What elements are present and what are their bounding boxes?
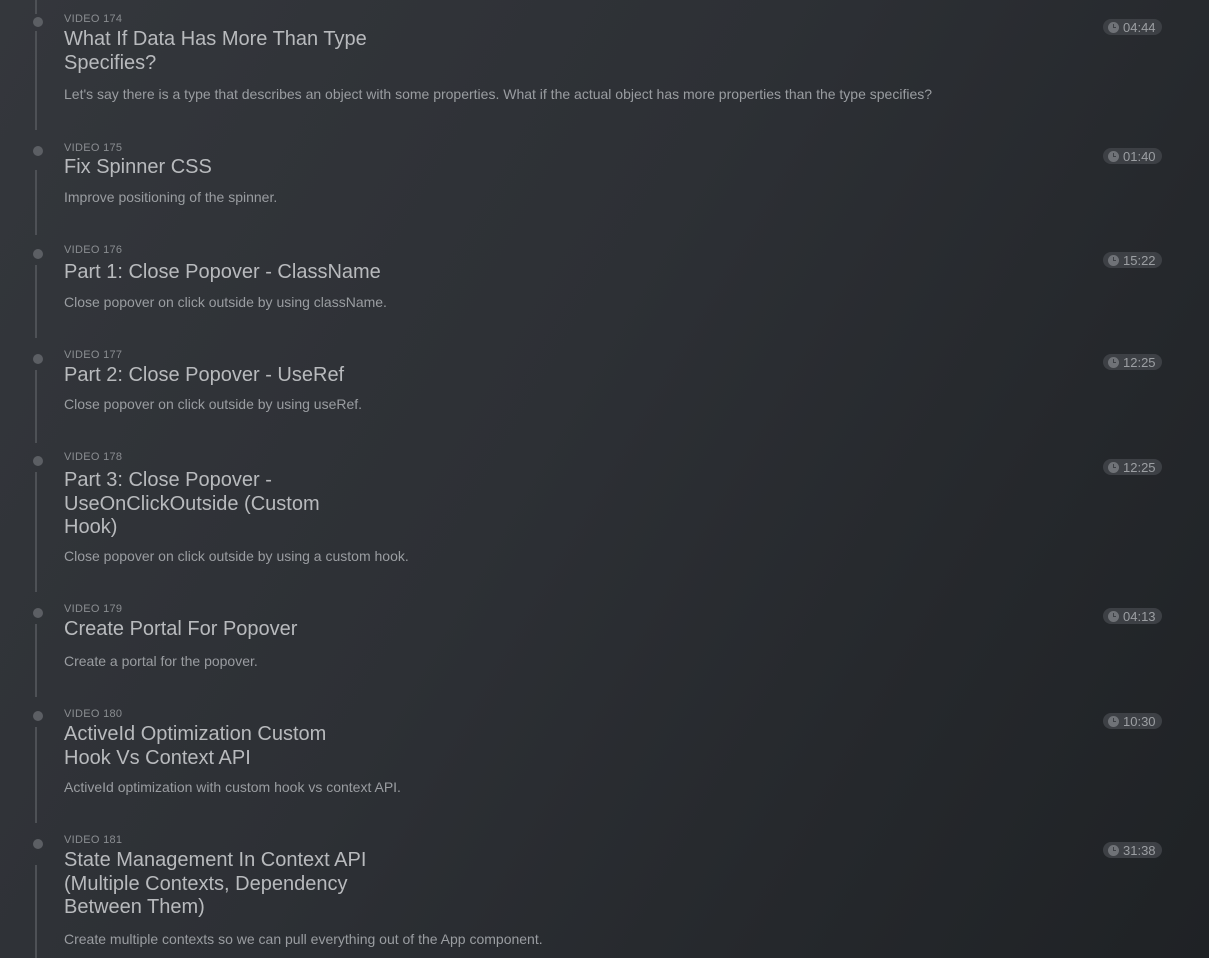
timeline-connector: [35, 31, 37, 130]
timeline-dot: [33, 17, 43, 27]
video-title[interactable]: Part 3: Close Popover - UseOnClickOutsid…: [64, 469, 354, 540]
video-description: ActiveId optimization with custom hook v…: [64, 779, 401, 795]
video-title[interactable]: Part 2: Close Popover - UseRef: [64, 364, 464, 388]
timeline-dot: [33, 354, 43, 364]
timeline-connector: [35, 624, 37, 697]
clock-icon: [1108, 150, 1119, 162]
timeline-dot: [33, 249, 43, 259]
duration-text: 04:44: [1123, 19, 1156, 35]
clock-icon: [1108, 461, 1119, 473]
video-number: VIDEO 178: [64, 451, 123, 463]
duration-badge: 12:25: [1103, 459, 1162, 475]
video-description: Close popover on click outside by using …: [64, 294, 387, 310]
video-title[interactable]: State Management In Context API (Multipl…: [64, 849, 394, 920]
timeline-connector: [35, 472, 37, 592]
video-title[interactable]: Part 1: Close Popover - ClassName: [64, 261, 464, 285]
duration-text: 10:30: [1123, 713, 1156, 729]
timeline-connector: [35, 727, 37, 823]
duration-text: 04:13: [1123, 608, 1156, 624]
video-title[interactable]: What If Data Has More Than Type Specifie…: [64, 28, 404, 75]
video-description: Improve positioning of the spinner.: [64, 189, 278, 205]
timeline-dot: [33, 608, 43, 618]
video-number: VIDEO 181: [64, 834, 123, 846]
video-title[interactable]: Fix Spinner CSS: [64, 156, 404, 180]
clock-icon: [1108, 21, 1119, 33]
video-number: VIDEO 177: [64, 349, 123, 361]
timeline-connector: [35, 265, 37, 338]
video-number: VIDEO 179: [64, 603, 123, 615]
duration-text: 01:40: [1123, 148, 1156, 164]
timeline-connector: [35, 0, 37, 14]
timeline-dot: [33, 456, 43, 466]
video-description: Create multiple contexts so we can pull …: [64, 931, 543, 947]
video-number: VIDEO 176: [64, 244, 123, 256]
duration-text: 31:38: [1123, 842, 1156, 858]
timeline-connector: [35, 370, 37, 443]
duration-badge: 01:40: [1103, 148, 1162, 164]
clock-icon: [1108, 844, 1119, 856]
duration-text: 12:25: [1123, 459, 1156, 475]
timeline-dot: [33, 839, 43, 849]
timeline-dot: [33, 711, 43, 721]
clock-icon: [1108, 715, 1119, 727]
duration-badge: 04:44: [1103, 19, 1162, 35]
video-title[interactable]: ActiveId Optimization Custom Hook Vs Con…: [64, 723, 364, 770]
video-title[interactable]: Create Portal For Popover: [64, 618, 404, 642]
video-description: Close popover on click outside by using …: [64, 396, 363, 412]
video-description: Let's say there is a type that describes…: [64, 86, 933, 102]
clock-icon: [1108, 254, 1119, 266]
duration-badge: 12:25: [1103, 354, 1162, 370]
video-description: Close popover on click outside by using …: [64, 548, 409, 564]
duration-badge: 15:22: [1103, 252, 1162, 268]
video-number: VIDEO 180: [64, 708, 123, 720]
timeline-connector: [35, 170, 37, 235]
timeline-connector: [35, 865, 37, 958]
video-description: Create a portal for the popover.: [64, 653, 258, 669]
timeline-dot: [33, 146, 43, 156]
video-number: VIDEO 175: [64, 142, 123, 154]
duration-badge: 31:38: [1103, 842, 1162, 858]
video-timeline: VIDEO 174 What If Data Has More Than Typ…: [0, 0, 1209, 958]
clock-icon: [1108, 356, 1119, 368]
duration-badge: 04:13: [1103, 608, 1162, 624]
clock-icon: [1108, 610, 1119, 622]
video-number: VIDEO 174: [64, 13, 123, 25]
duration-text: 12:25: [1123, 354, 1156, 370]
duration-text: 15:22: [1123, 252, 1156, 268]
duration-badge: 10:30: [1103, 713, 1162, 729]
